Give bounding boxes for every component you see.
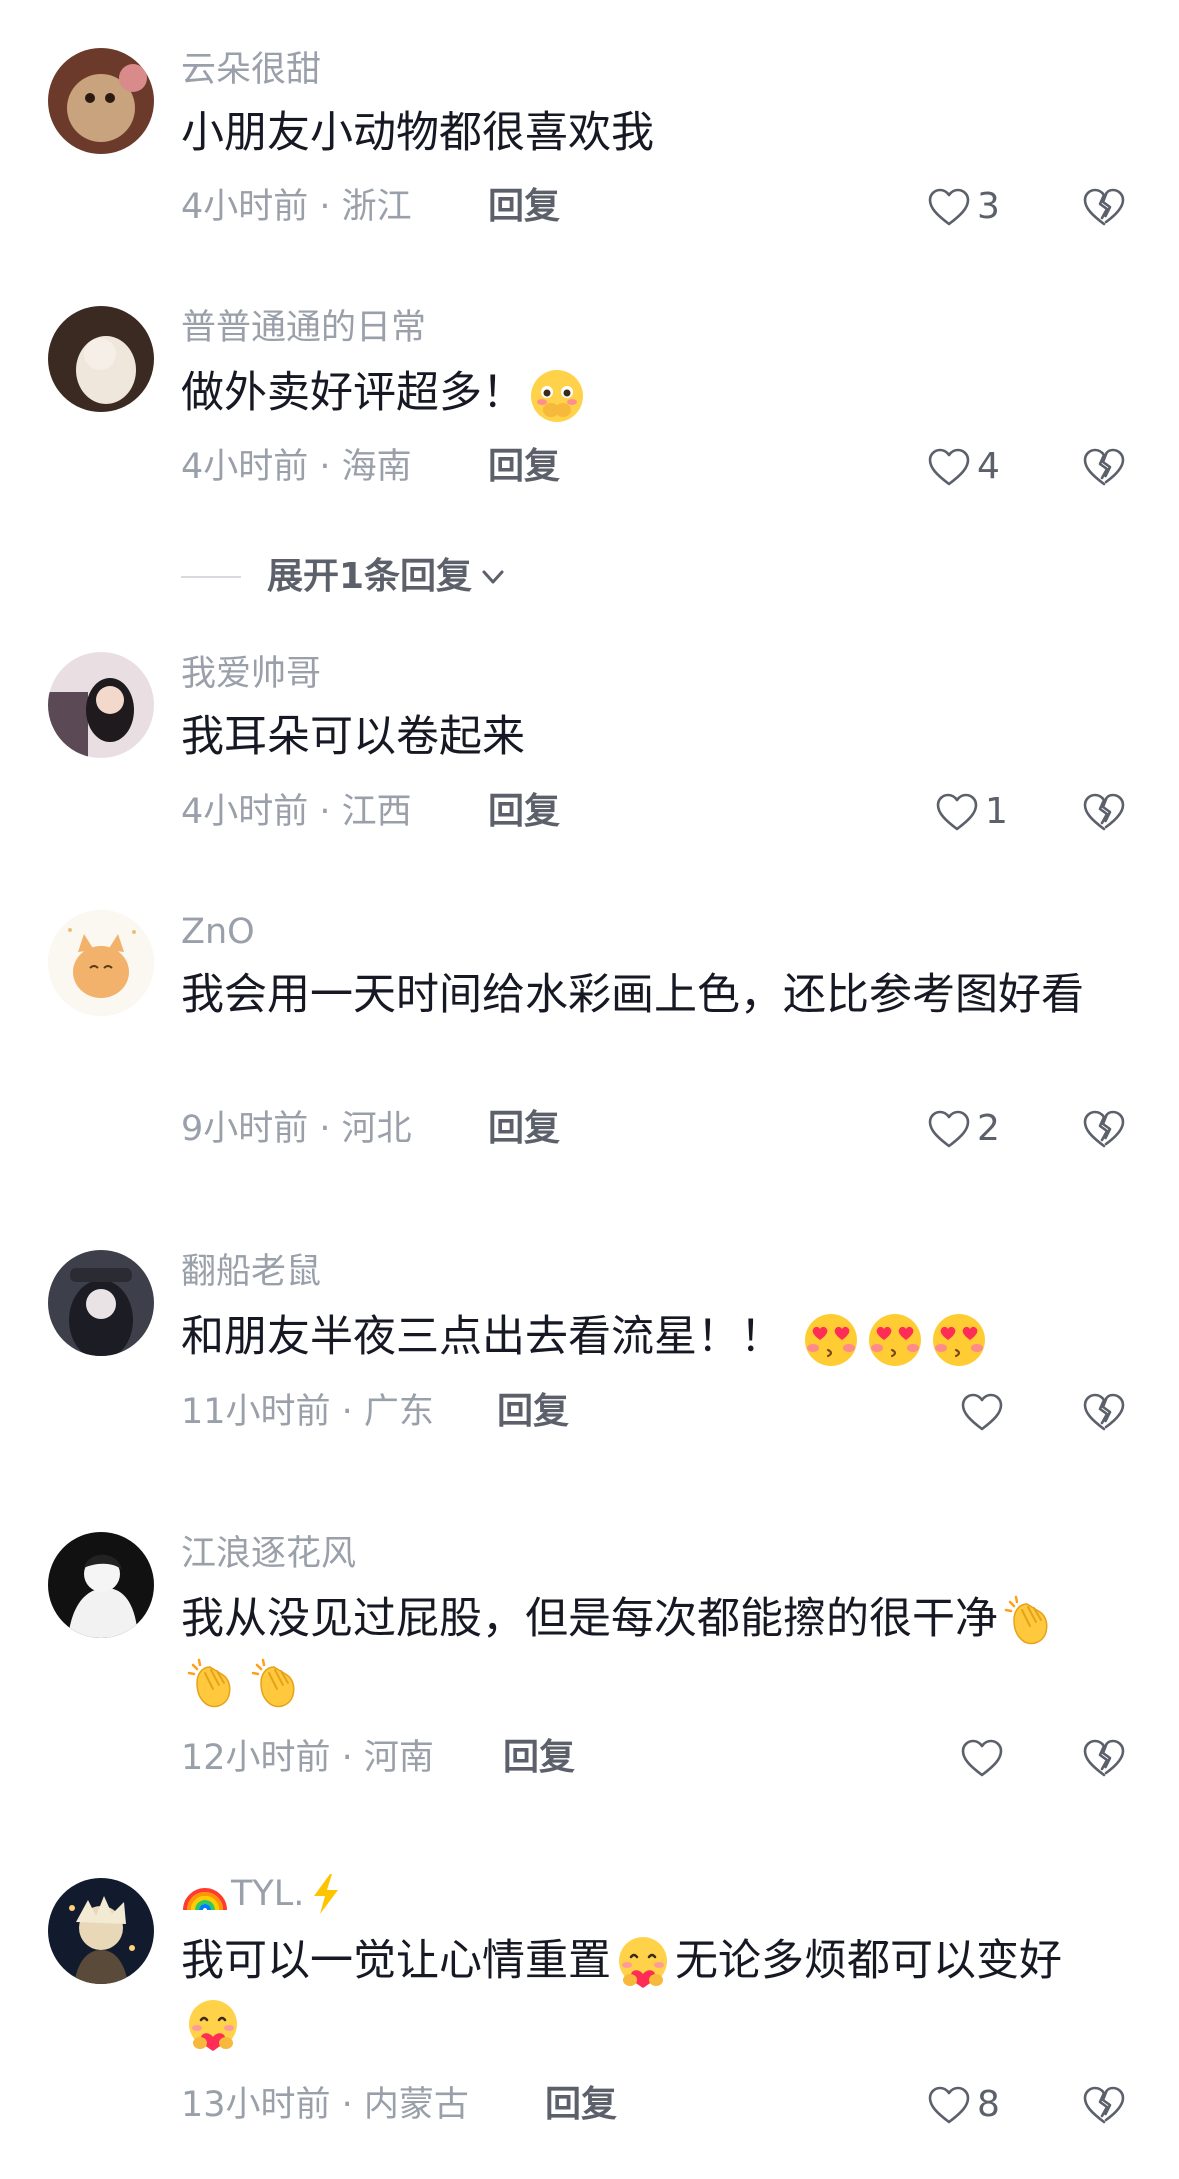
- comment-text: 小朋友小动物都很喜欢我: [181, 108, 654, 158]
- like-button[interactable]: 3: [927, 183, 1000, 231]
- shy-covering-mouth-emoji: [527, 366, 587, 426]
- like-button[interactable]: 1: [935, 788, 1008, 836]
- heart-eyes-emoji: [929, 1310, 989, 1370]
- comment-time-location: 12小时前 · 河南: [181, 1738, 434, 1778]
- lightning-emoji: [314, 1874, 339, 1914]
- clapping-hands-emoji: [247, 1655, 307, 1715]
- heart-eyes-emoji: [801, 1310, 861, 1370]
- broken-heart-icon: [1082, 1736, 1126, 1780]
- heart-outline-icon: [927, 447, 971, 487]
- dislike-button[interactable]: [1082, 790, 1126, 834]
- dislike-button[interactable]: [1082, 1390, 1126, 1434]
- reply-button[interactable]: 回复: [545, 2083, 617, 2127]
- dislike-button[interactable]: [1082, 1736, 1126, 1780]
- like-button[interactable]: [960, 1734, 1010, 1782]
- like-count: 3: [977, 186, 1000, 227]
- broken-heart-icon: [1082, 1107, 1126, 1151]
- comment-username[interactable]: 翻船老鼠: [181, 1250, 321, 1294]
- comment-time-location: 4小时前 · 浙江: [181, 187, 412, 227]
- comment-text: 我会用一天时间给水彩画上色，还比参考图好看: [181, 970, 1084, 1020]
- broken-heart-icon: [1082, 445, 1126, 489]
- like-count: 2: [977, 1108, 1000, 1149]
- comment-username[interactable]: 普普通通的日常: [181, 306, 426, 350]
- avatar[interactable]: [48, 1878, 154, 1984]
- heart-outline-icon: [960, 1738, 1004, 1778]
- like-button[interactable]: 2: [927, 1105, 1000, 1153]
- avatar[interactable]: [48, 652, 154, 758]
- reply-button[interactable]: 回复: [488, 445, 560, 489]
- dislike-button[interactable]: [1082, 1107, 1126, 1151]
- comment-time-location: 4小时前 · 海南: [181, 447, 412, 487]
- comment-text: 做外卖好评超多！: [181, 362, 1111, 426]
- like-button[interactable]: [960, 1388, 1010, 1436]
- comment-text: 我从没见过屁股，但是每次都能擦的很干净: [181, 1588, 1111, 1715]
- comment-username[interactable]: ZnO: [181, 910, 255, 954]
- comment-text: 和朋友半夜三点出去看流星！！: [181, 1306, 1111, 1370]
- comment-text-body: 做外卖好评超多！: [181, 368, 525, 418]
- clapping-hands-emoji: [183, 1655, 243, 1715]
- avatar[interactable]: [48, 48, 154, 154]
- like-count: 4: [977, 446, 1000, 487]
- comment-text: 我耳朵可以卷起来: [181, 712, 525, 762]
- comment-time-location: 9小时前 · 河北: [181, 1109, 412, 1149]
- comment-text-body: 我从没见过屁股，但是每次都能擦的很干净: [181, 1594, 998, 1644]
- clapping-hands-emoji: [1000, 1592, 1060, 1652]
- hugging-heart-emoji: [183, 1997, 243, 2057]
- comment-text: 我可以一觉让心情重置 无论多烦都可以变好: [181, 1930, 1111, 2057]
- heart-outline-icon: [960, 1392, 1004, 1432]
- comment-text-body: 我可以一觉让心情重置: [181, 1936, 611, 1986]
- rainbow-emoji: [183, 1888, 227, 1911]
- dislike-button[interactable]: [1082, 445, 1126, 489]
- comment-text-body: 无论多烦都可以变好: [675, 1936, 1062, 1986]
- avatar[interactable]: [48, 1250, 154, 1356]
- heart-outline-icon: [927, 187, 971, 227]
- heart-outline-icon: [927, 1109, 971, 1149]
- comment-time-location: 13小时前 · 内蒙古: [181, 2085, 469, 2125]
- broken-heart-icon: [1082, 185, 1126, 229]
- like-count: 1: [985, 791, 1008, 832]
- comment-time-location: 11小时前 · 广东: [181, 1392, 434, 1432]
- heart-outline-icon: [927, 2085, 971, 2125]
- like-count: 8: [977, 2084, 1000, 2125]
- avatar[interactable]: [48, 910, 154, 1016]
- like-button[interactable]: 4: [927, 443, 1000, 491]
- avatar[interactable]: [48, 306, 154, 412]
- dislike-button[interactable]: [1082, 2083, 1126, 2127]
- expand-replies-label: 展开1条回复: [267, 556, 473, 597]
- heart-eyes-emoji: [865, 1310, 925, 1370]
- comment-time-location: 4小时前 · 江西: [181, 792, 412, 832]
- reply-button[interactable]: 回复: [503, 1736, 575, 1780]
- expand-replies-button[interactable]: 展开1条回复: [181, 555, 508, 599]
- comment-username[interactable]: 我爱帅哥: [181, 652, 321, 696]
- broken-heart-icon: [1082, 790, 1126, 834]
- comment-text-body: 和朋友半夜三点出去看流星！！: [181, 1312, 783, 1362]
- comment-username[interactable]: TYL.: [181, 1872, 344, 1916]
- dislike-button[interactable]: [1082, 185, 1126, 229]
- reply-button[interactable]: 回复: [488, 185, 560, 229]
- reply-button[interactable]: 回复: [488, 790, 560, 834]
- avatar[interactable]: [48, 1532, 154, 1638]
- username-text: TYL.: [231, 1874, 305, 1914]
- expand-divider: [181, 576, 241, 578]
- broken-heart-icon: [1082, 2083, 1126, 2127]
- like-button[interactable]: 8: [927, 2081, 1000, 2129]
- hugging-heart-emoji: [613, 1934, 673, 1994]
- comment-username[interactable]: 江浪逐花风: [181, 1532, 356, 1576]
- comment-username[interactable]: 云朵很甜: [181, 48, 321, 92]
- reply-button[interactable]: 回复: [497, 1390, 569, 1434]
- reply-button[interactable]: 回复: [488, 1107, 560, 1151]
- chevron-down-icon: [482, 570, 504, 584]
- heart-outline-icon: [935, 792, 979, 832]
- broken-heart-icon: [1082, 1390, 1126, 1434]
